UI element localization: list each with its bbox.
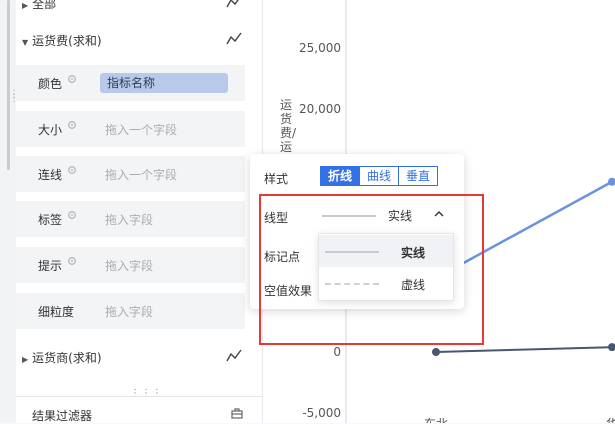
solid-line-preview [325,251,379,253]
line-type-label: 线型 [264,211,289,225]
line-type-select[interactable]: 实线 [320,204,448,226]
chevron-up-icon [434,211,444,217]
series-line [435,346,615,353]
y-tick-label: 20,000 [299,102,341,116]
series-line [457,180,613,268]
style-label: 样式 [264,172,289,186]
y-tick-label: 0 [333,345,341,359]
x-tick-label: 东北 [424,417,448,423]
series-point [432,348,440,356]
line-type-dropdown: 实线 虚线 [318,233,454,301]
dropdown-option-dashed[interactable]: 虚线 [319,267,453,299]
y-tick-label: 25,000 [299,41,341,55]
dashed-line-preview [325,283,379,285]
y-axis-label: 运货费/运 [280,98,297,154]
marker-label: 标记点 [264,250,301,264]
y-tick-label: -5,000 [302,406,341,420]
style-option-polyline[interactable]: 折线 [320,166,361,186]
x-tick-label: 华 [606,417,615,423]
dropdown-option-solid[interactable]: 实线 [319,235,453,267]
style-option-vertical[interactable]: 垂直 [399,166,439,186]
empty-value-label: 空值效果 [264,284,313,298]
option-label: 虚线 [401,278,426,292]
line-type-value: 实线 [388,209,413,223]
option-label: 实线 [401,246,426,260]
solid-line-preview [322,215,376,217]
style-option-curve[interactable]: 曲线 [360,166,400,186]
style-segmented-control: 折线 曲线 垂直 [320,166,439,186]
series-point [608,343,615,352]
